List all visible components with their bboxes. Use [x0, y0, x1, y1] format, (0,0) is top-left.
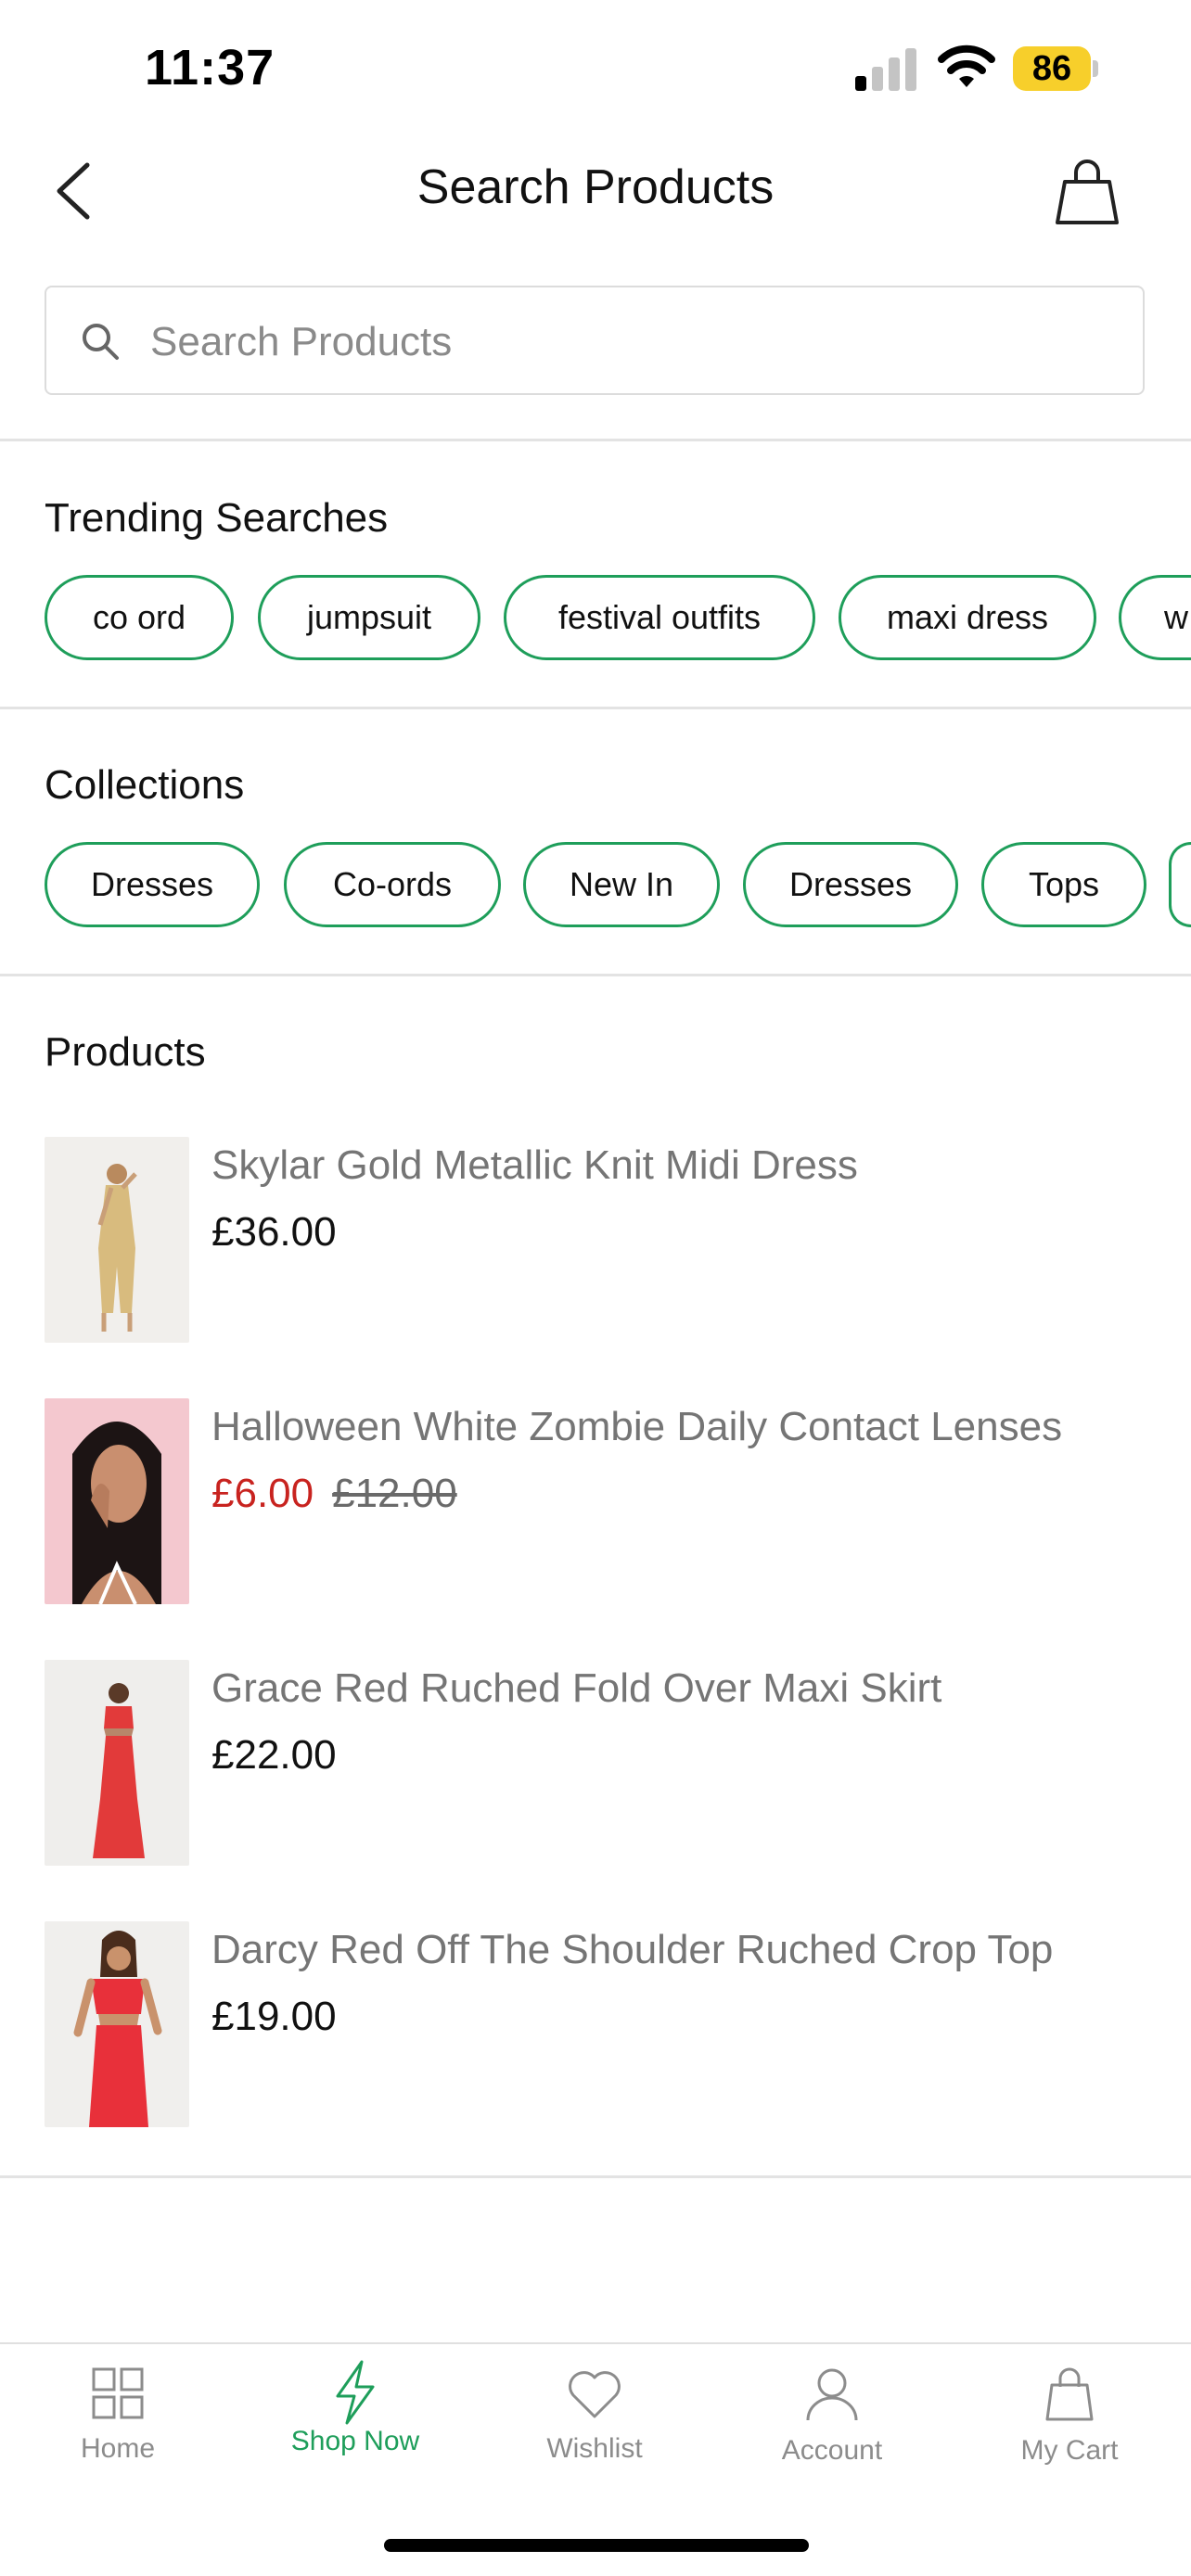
divider	[0, 974, 1191, 976]
collection-chip[interactable]: Dresses	[743, 842, 958, 927]
grid-icon	[92, 2367, 144, 2419]
divider	[0, 707, 1191, 709]
product-price: £22.00	[211, 1732, 337, 1778]
status-time: 11:37	[145, 40, 275, 96]
collections-title: Collections	[45, 762, 245, 808]
product-image[interactable]	[45, 1921, 189, 2127]
search-icon	[83, 324, 119, 360]
products-title: Products	[45, 1029, 206, 1075]
battery-icon: 86	[1013, 46, 1098, 91]
tab-shop-now[interactable]: Shop Now	[253, 2355, 457, 2485]
lightning-icon	[336, 2360, 375, 2425]
bag-icon	[1045, 2367, 1094, 2421]
tab-my-cart[interactable]: My Cart	[967, 2355, 1172, 2485]
divider	[0, 439, 1191, 441]
battery-level: 86	[1031, 49, 1072, 88]
trending-chip[interactable]: festival outfits	[504, 575, 815, 660]
tab-account[interactable]: Account	[730, 2355, 934, 2485]
tab-label: Account	[781, 2435, 883, 2466]
trending-searches-title: Trending Searches	[45, 495, 389, 541]
product-image[interactable]	[45, 1398, 189, 1604]
trending-chip[interactable]: co ord	[45, 575, 234, 660]
original-price: £12.00	[332, 1471, 457, 1516]
tabbar-divider	[0, 2342, 1191, 2344]
collection-chip-partial[interactable]	[1169, 842, 1191, 927]
collection-chip[interactable]: Co-ords	[284, 842, 501, 927]
product-price-group: £6.00 £12.00	[211, 1471, 457, 1517]
tab-label: Wishlist	[546, 2433, 643, 2464]
tab-label: Shop Now	[290, 2426, 420, 2456]
product-price: £19.00	[211, 1994, 337, 2039]
divider	[0, 2175, 1191, 2178]
heart-icon	[569, 2371, 621, 2418]
product-image[interactable]	[45, 1137, 189, 1343]
product-price: £36.00	[211, 1209, 337, 1255]
trending-chip[interactable]: jumpsuit	[258, 575, 480, 660]
collection-chip[interactable]: New In	[523, 842, 720, 927]
cellular-signal-icon	[855, 48, 916, 91]
trending-chip[interactable]: maxi dress	[839, 575, 1096, 660]
product-name[interactable]: Halloween White Zombie Daily Contact Len…	[211, 1404, 1062, 1450]
tab-label: Home	[80, 2433, 156, 2464]
shopping-bag-icon[interactable]	[1050, 156, 1124, 230]
tab-label: My Cart	[1020, 2435, 1119, 2466]
wifi-icon	[938, 45, 995, 87]
user-icon	[806, 2368, 858, 2421]
home-indicator	[384, 2539, 809, 2552]
page-title: Search Products	[416, 160, 775, 214]
collection-chip[interactable]: Dresses	[45, 842, 260, 927]
tab-wishlist[interactable]: Wishlist	[493, 2355, 697, 2485]
sale-price: £6.00	[211, 1471, 314, 1516]
trending-chip[interactable]: w	[1119, 575, 1191, 660]
product-name[interactable]: Grace Red Ruched Fold Over Maxi Skirt	[211, 1665, 941, 1712]
collection-chip[interactable]: Tops	[981, 842, 1146, 927]
product-image[interactable]	[45, 1660, 189, 1866]
tab-home[interactable]: Home	[16, 2355, 220, 2485]
search-input[interactable]	[148, 297, 1126, 388]
product-name[interactable]: Darcy Red Off The Shoulder Ruched Crop T…	[211, 1927, 1053, 1973]
product-name[interactable]: Skylar Gold Metallic Knit Midi Dress	[211, 1142, 858, 1189]
